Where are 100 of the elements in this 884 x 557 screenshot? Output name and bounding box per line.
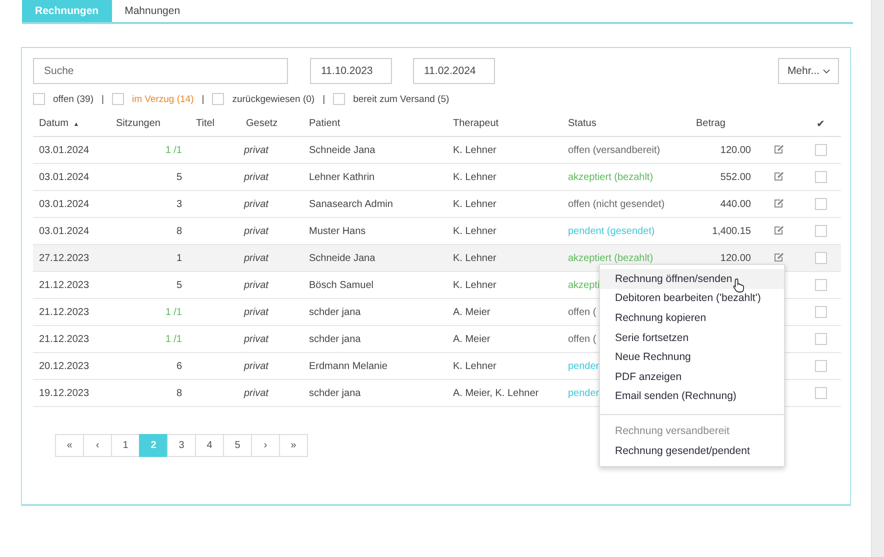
date-field[interactable]: 11.10.2023 (310, 58, 392, 84)
status-text: offen (nicht gesendet) (568, 198, 665, 210)
column-header: Patient (309, 118, 340, 129)
checkbox[interactable] (814, 333, 826, 345)
edit-icon[interactable] (774, 253, 784, 262)
table-cell: A. Meier, K. Lehner (453, 388, 539, 398)
checkbox[interactable] (814, 360, 826, 372)
edit-icon[interactable] (774, 199, 784, 208)
checkbox[interactable] (814, 225, 826, 237)
column-header: ✔ (816, 118, 824, 130)
table-cell: 552.00 (720, 172, 751, 182)
status-text: offen ( (568, 334, 596, 344)
table-cell: Erdmann Melanie (309, 360, 388, 372)
table-cell: 1 /1 (165, 334, 182, 344)
column-header: Therapeut (453, 118, 499, 129)
checkbox[interactable] (333, 93, 346, 105)
edit-icon[interactable] (774, 145, 784, 154)
checkbox[interactable] (33, 93, 45, 105)
table-cell: 1,400.15 (712, 226, 751, 236)
table-cell: privat (244, 306, 268, 318)
page-button[interactable]: » (279, 434, 308, 457)
table-cell: 03.01.2024 (39, 226, 90, 236)
status-text: offen ( (568, 306, 596, 318)
status-text: pendent (gesendet) (568, 226, 655, 236)
page-button[interactable]: ‹ (83, 434, 112, 457)
filter-label: bereit zum Versand (5) (353, 94, 450, 104)
menu-item[interactable]: Rechnung gesendet/pendent (600, 440, 784, 460)
column-header: Sitzungen (116, 118, 160, 129)
table-cell: 1 /1 (165, 306, 182, 318)
table-cell: 6 (176, 360, 182, 372)
table-cell: schder jana (309, 388, 361, 398)
scrollbar[interactable] (871, 0, 884, 557)
table-cell: 5 (176, 280, 182, 290)
table-cell: 03.01.2024 (39, 144, 90, 156)
status-text: akzepti (568, 280, 600, 290)
checkbox[interactable] (112, 93, 124, 105)
checkbox[interactable] (814, 198, 826, 210)
checkbox[interactable] (814, 252, 826, 264)
page-button[interactable]: 1 (111, 434, 140, 457)
column-header: Gesetz (246, 118, 278, 129)
menu-item[interactable]: Serie fortsetzen (600, 328, 784, 348)
checkbox[interactable] (212, 93, 224, 105)
table-cell: 120.00 (720, 144, 751, 156)
checkbox[interactable] (814, 171, 826, 183)
status-text: offen (versandbereit) (568, 144, 660, 156)
separator: | (322, 94, 326, 104)
page-button[interactable]: 3 (167, 434, 196, 457)
table-cell: privat (244, 252, 268, 264)
menu-item[interactable]: Rechnung öffnen/senden (600, 269, 784, 289)
table-cell: 8 (176, 388, 182, 398)
status-text: akzeptiert (bezahlt) (568, 172, 654, 182)
date-field[interactable]: 11.02.2024 (413, 58, 495, 84)
page-button[interactable]: 5 (223, 434, 252, 457)
table-cell: 03.01.2024 (39, 172, 90, 182)
table-cell: privat (244, 198, 268, 210)
table-cell: privat (244, 172, 268, 182)
table-cell: privat (244, 360, 268, 372)
more-button[interactable]: Mehr... (778, 58, 839, 84)
table-cell: 1 (176, 252, 182, 264)
table-cell: 5 (176, 172, 182, 182)
table-cell: K. Lehner (453, 172, 496, 182)
column-header: Status (568, 118, 596, 129)
table-cell: Schneide Jana (309, 144, 376, 156)
table-cell: 21.12.2023 (39, 334, 90, 344)
table-cell: Sanasearch Admin (309, 198, 393, 210)
filter-label: offen (39) (53, 94, 94, 104)
column-header: Betrag (696, 118, 726, 129)
checkbox[interactable] (814, 144, 826, 156)
checkbox[interactable] (814, 279, 826, 291)
table-cell: Lehner Kathrin (309, 172, 375, 182)
table-cell: privat (244, 280, 268, 290)
table-cell: privat (244, 334, 268, 344)
pointer-hand-icon (733, 278, 745, 293)
menu-item[interactable]: Email senden (Rechnung) (600, 386, 784, 406)
column-header: Titel (196, 118, 215, 129)
menu-item[interactable]: Rechnung kopieren (600, 308, 784, 328)
page-button[interactable]: 4 (195, 434, 224, 457)
search-field[interactable]: Suche (33, 58, 288, 84)
table-cell: 1 /1 (165, 144, 182, 156)
table-cell: 21.12.2023 (39, 280, 90, 290)
table-cell: 03.01.2024 (39, 198, 90, 210)
table-cell: K. Lehner (453, 252, 496, 264)
column-header[interactable]: Datum (39, 118, 68, 129)
table-cell: 20.12.2023 (39, 360, 90, 372)
menu-item[interactable]: Neue Rechnung (600, 347, 784, 367)
page-button[interactable]: « (55, 434, 84, 457)
table-cell: Bösch Samuel (309, 280, 374, 290)
page-button[interactable]: › (251, 434, 280, 457)
table-cell: K. Lehner (453, 360, 496, 372)
menu-item[interactable]: Debitoren bearbeiten ('bezahlt') (600, 288, 784, 308)
filter-label: im Verzug (14) (132, 94, 194, 104)
table-cell: schder jana (309, 334, 361, 344)
edit-icon[interactable] (774, 226, 784, 236)
menu-item[interactable]: PDF anzeigen (600, 366, 784, 387)
checkbox[interactable] (814, 387, 826, 399)
table-cell: 27.12.2023 (39, 252, 90, 264)
checkbox[interactable] (814, 306, 826, 318)
filter-label: zurückgewiesen (0) (232, 94, 315, 104)
table-cell: privat (244, 388, 268, 398)
edit-icon[interactable] (774, 172, 784, 182)
